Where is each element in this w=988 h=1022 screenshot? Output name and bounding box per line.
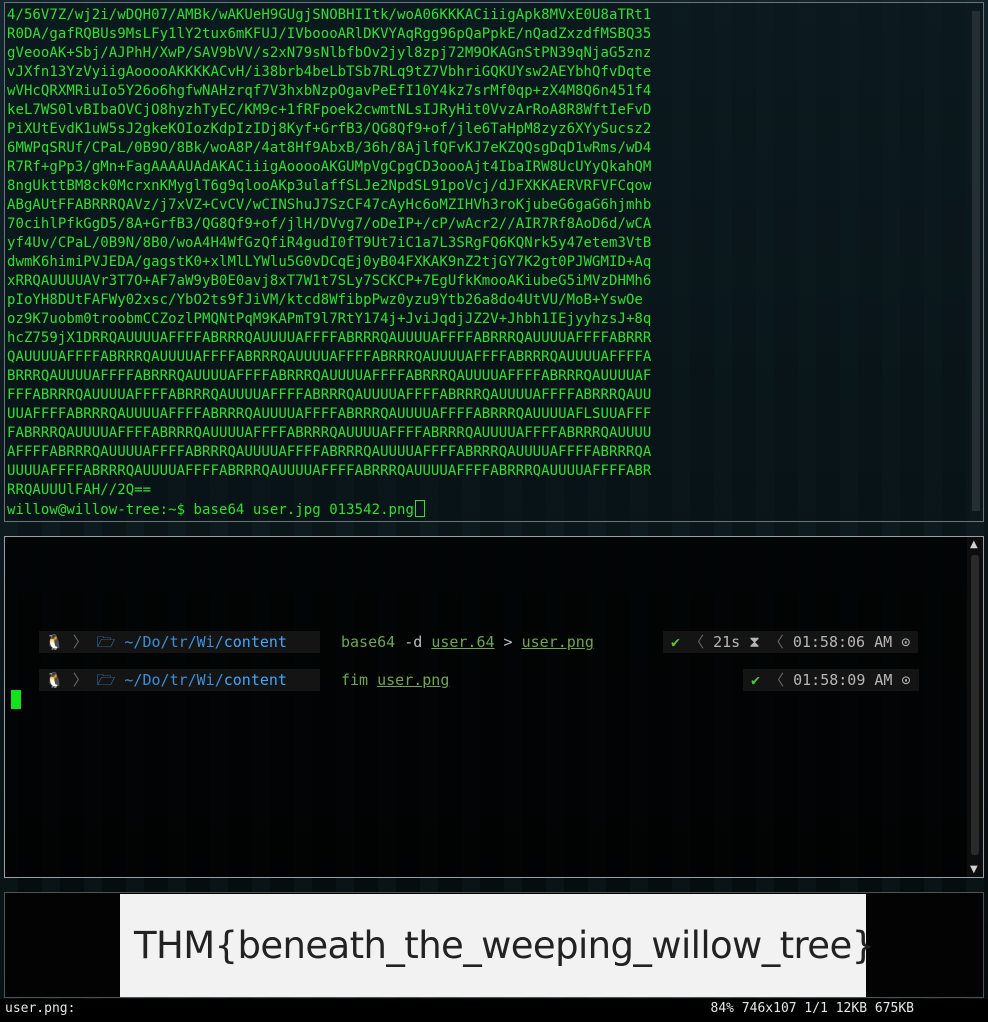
separator-icon: 〉 bbox=[72, 633, 88, 651]
terminal-output-line: R7Rf+gPp3/gMn+FagAAAAUAdAKACiiigAooooAKG… bbox=[7, 159, 652, 175]
status-image-info: 84% 746x107 1/1 12KB 675KB bbox=[710, 1001, 915, 1016]
terminal-output-line: oz9K7uobm0troobmCCZozlPMQNtPqM9KAPmT9l7R… bbox=[7, 311, 652, 327]
terminal-output-line: RRQAUUUlFAH//2Q== bbox=[7, 482, 152, 498]
path-sep: / bbox=[160, 633, 170, 651]
command-output-file[interactable]: user.png bbox=[522, 633, 594, 651]
folder-icon: 🗁 bbox=[96, 633, 116, 651]
terminal-scrollbar[interactable] bbox=[969, 3, 983, 521]
terminal-output-line: gVeooAK+Sbj/AJPhH/XwP/SAV9bVV/s2xN79sNlb… bbox=[7, 45, 652, 61]
prompt-right-segment: ✔ 〈 21s ⧗ 〈 01:58:06 AM ⊙ bbox=[663, 631, 919, 653]
terminal-output-line: hcZ759jX1DRRQAUUUUAFFFFABRRRQAUUUUAFFFFA… bbox=[7, 330, 652, 346]
path-sep: / bbox=[187, 633, 197, 651]
path-prefix: ~/ bbox=[124, 671, 143, 689]
terminal-output-line: pIoYH8DUtFAFWy02xsc/YbO2ts9fJiVM/ktcd8Wf… bbox=[7, 292, 643, 308]
separator-icon: 〈 bbox=[769, 671, 785, 689]
terminal-output-line: FABRRRQAUUUUAFFFFABRRRQAUUUUAFFFFABRRRQA… bbox=[7, 425, 652, 441]
path-sep: / bbox=[160, 671, 170, 689]
scroll-up-icon[interactable]: ▲ bbox=[970, 539, 978, 550]
path-segment: Do bbox=[142, 671, 161, 689]
prompt-left-segment: 🐧 〉 🗁 ~/Do/tr/Wi/content bbox=[39, 631, 321, 653]
status-filename: user.png: bbox=[5, 1001, 76, 1016]
terminal-output-line: UUUUAFFFFABRRRQAUUUUAFFFFABRRRQAUUUUAFFF… bbox=[7, 463, 652, 479]
check-icon: ✔ bbox=[671, 633, 681, 651]
command-duration: 21s bbox=[713, 633, 741, 651]
terminal-output-line: keL7WS0lvBIbaOVCjO8hyzhTyEC/KM9c+1fRFpoe… bbox=[7, 102, 652, 118]
check-icon: ✔ bbox=[751, 671, 761, 689]
linux-icon: 🐧 bbox=[45, 633, 64, 651]
command-argument[interactable]: user.64 bbox=[431, 633, 494, 651]
command-text: fim user.png bbox=[341, 669, 449, 691]
command-program: fim bbox=[341, 671, 369, 689]
image-viewer[interactable]: THM{beneath_the_weeping_willow_tree} bbox=[4, 892, 984, 998]
terminal-output-line: PiXUtEvdK1uW5sJ2gkeKOIozKdpIzIDj8Kyf+Grf… bbox=[7, 121, 652, 137]
prompt-row-1: 🐧 〉 🗁 ~/Do/tr/Wi/content base64 -d user.… bbox=[5, 631, 969, 653]
terminal-cursor bbox=[414, 500, 425, 517]
viewer-status-bar: user.png: 84% 746x107 1/1 12KB 675KB bbox=[0, 999, 988, 1022]
path-segment: Do bbox=[142, 633, 161, 651]
path-sep: / bbox=[214, 671, 224, 689]
terminal-output-line: 70cihlPfkGgD5/8A+GrfB3/QG8Qf9+of/jlH/DVv… bbox=[7, 216, 652, 232]
terminal-output-line: 6MWPqSRUf/CPaL/0B9O/8Bk/woA8P/4at8Hf9Abx… bbox=[7, 140, 652, 156]
separator-icon: 〈 bbox=[689, 633, 705, 651]
command-redirect: > bbox=[494, 633, 522, 651]
terminal-output-line: xRRQAUUUUAVr3T7O+AF7aW9yB0E0avj8xT7W1t7S… bbox=[7, 273, 652, 289]
terminal-output-line: AFFFFABRRRQAUUUUAFFFFABRRRQAUUUUAFFFFABR… bbox=[7, 444, 652, 460]
path-segment: Wi bbox=[196, 633, 215, 651]
terminal-window-shell[interactable]: 🐧 〉 🗁 ~/Do/tr/Wi/content base64 -d user.… bbox=[4, 536, 984, 878]
path-current-dir: content bbox=[223, 671, 287, 689]
folder-icon: 🗁 bbox=[96, 671, 116, 689]
command-time: 01:58:09 AM bbox=[793, 671, 893, 689]
terminal-output-line: QAUUUUAFFFFABRRRQAUUUUAFFFFABRRRQAUUUUAF… bbox=[7, 349, 652, 365]
terminal-output-line: 4/56V7Z/wj2i/wDQH07/AMBk/wAKUeH9GUgjSNOB… bbox=[7, 7, 652, 23]
clock-icon: ⊙ bbox=[901, 671, 911, 689]
terminal-output-line: FFFABRRRQAUUUUAFFFFABRRRQAUUUUAFFFFABRRR… bbox=[7, 387, 652, 403]
shell-prompt-command: willow@willow-tree:~$ base64 user.jpg 01… bbox=[7, 502, 414, 518]
terminal-window-base64[interactable]: 4/56V7Z/wj2i/wDQH07/AMBk/wAKUeH9GUgjSNOB… bbox=[4, 2, 984, 522]
command-flag: -d bbox=[395, 633, 432, 651]
terminal-output-line: wVHcQRXMRiuIo5Y26o6hgfwNAHzrqf7V3hxbNzpO… bbox=[7, 83, 652, 99]
path-segment: tr bbox=[169, 633, 188, 651]
command-argument[interactable]: user.png bbox=[377, 671, 449, 689]
path-segment: tr bbox=[169, 671, 188, 689]
command-time: 01:58:06 AM bbox=[792, 633, 893, 651]
terminal-output-line: dwmK6himiPVJEDA/gagstK0+xlMlLYWlu5G0vDCq… bbox=[7, 254, 652, 270]
scroll-down-icon[interactable]: ▼ bbox=[970, 864, 978, 875]
path-segment: Wi bbox=[196, 671, 215, 689]
path-sep: / bbox=[214, 633, 224, 651]
prompt-left-segment: 🐧 〉 🗁 ~/Do/tr/Wi/content bbox=[39, 669, 321, 691]
terminal-output-line: BRRRQAUUUUAFFFFABRRRQAUUUUAFFFFABRRRQAUU… bbox=[7, 368, 652, 384]
prompt-row-2: 🐧 〉 🗁 ~/Do/tr/Wi/content fim user.png ✔ … bbox=[5, 669, 969, 691]
terminal-output-line: yf4Uv/CPaL/0B9N/8B0/woA4H4WfGzQfiR4gudI0… bbox=[7, 235, 652, 251]
path-sep: / bbox=[187, 671, 197, 689]
command-program: base64 bbox=[341, 633, 396, 651]
terminal-cursor bbox=[11, 690, 21, 709]
terminal-output-line: vJXfn13YzVyiigAooooAKKKKACvH/i38brb4beLb… bbox=[7, 64, 652, 80]
separator-icon: 〈 bbox=[768, 633, 784, 651]
clock-icon: ⊙ bbox=[901, 633, 911, 651]
terminal-output-line: ABgAUtFFABRRRQAVz/j7xVZ+CvCV/wCINShuJ7Sz… bbox=[7, 197, 652, 213]
scrollbar-thumb[interactable] bbox=[971, 555, 979, 855]
flag-text: THM{beneath_the_weeping_willow_tree} bbox=[134, 924, 875, 967]
terminal-scrollbar[interactable]: ▲ ▼ bbox=[967, 537, 983, 877]
terminal-output-line: 8ngUkttBM8ck0McrxnKMyglT6g9qlooAKp3ulaff… bbox=[7, 178, 652, 194]
command-text: base64 -d user.64 > user.png bbox=[341, 631, 594, 653]
terminal-output-line: R0DA/gafRQBUs9MsLFy1lY2tux6mKFUJ/IVboooA… bbox=[7, 26, 652, 42]
terminal-output-line: UUAFFFFABRRRQAUUUUAFFFFABRRRQAUUUUAFFFFA… bbox=[7, 406, 652, 422]
path-prefix: ~/ bbox=[124, 633, 143, 651]
prompt-right-segment: ✔ 〈 01:58:09 AM ⊙ bbox=[743, 669, 919, 691]
terminal-output: 4/56V7Z/wj2i/wDQH07/AMBk/wAKUeH9GUgjSNOB… bbox=[7, 6, 967, 520]
linux-icon: 🐧 bbox=[45, 671, 64, 689]
path-current-dir: content bbox=[223, 633, 287, 651]
scrollbar-thumb[interactable] bbox=[972, 11, 980, 511]
separator-icon: 〉 bbox=[72, 671, 88, 689]
displayed-image: THM{beneath_the_weeping_willow_tree} bbox=[120, 894, 875, 997]
shell-prompt-line[interactable]: willow@willow-tree:~$ base64 user.jpg 01… bbox=[7, 500, 967, 520]
hourglass-icon: ⧗ bbox=[749, 633, 760, 651]
